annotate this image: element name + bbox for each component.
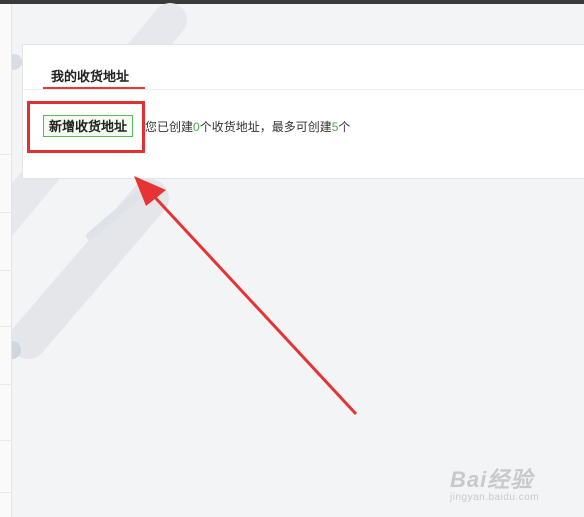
info-middle: 个收货地址，最多可创建 [199, 120, 332, 134]
sidebar-divider [0, 154, 11, 155]
info-suffix: 个 [338, 120, 351, 134]
sidebar-divider [0, 384, 11, 385]
sidebar-divider [0, 212, 11, 213]
left-sidebar [0, 4, 12, 517]
address-count-info: 您已创建0个收货地址，最多可创建5个 [145, 118, 350, 135]
sidebar-divider [0, 270, 11, 271]
watermark-url: jingyan.baidu.com [450, 492, 540, 503]
sidebar-divider [0, 440, 11, 441]
active-tab-underline [43, 87, 145, 89]
sidebar-divider [0, 326, 11, 327]
sidebar-divider [0, 492, 11, 493]
watermark: Bai经验 jingyan.baidu.com [450, 462, 539, 503]
created-count: 0 [193, 120, 200, 134]
highlight-annotation-box [27, 101, 145, 153]
info-prefix: 您已创建 [145, 120, 194, 134]
tab-my-addresses[interactable]: 我的收货地址 [51, 66, 129, 85]
card-tab-bar: 我的收货地址 [23, 45, 584, 90]
watermark-logo: Bai经验 [450, 467, 534, 492]
